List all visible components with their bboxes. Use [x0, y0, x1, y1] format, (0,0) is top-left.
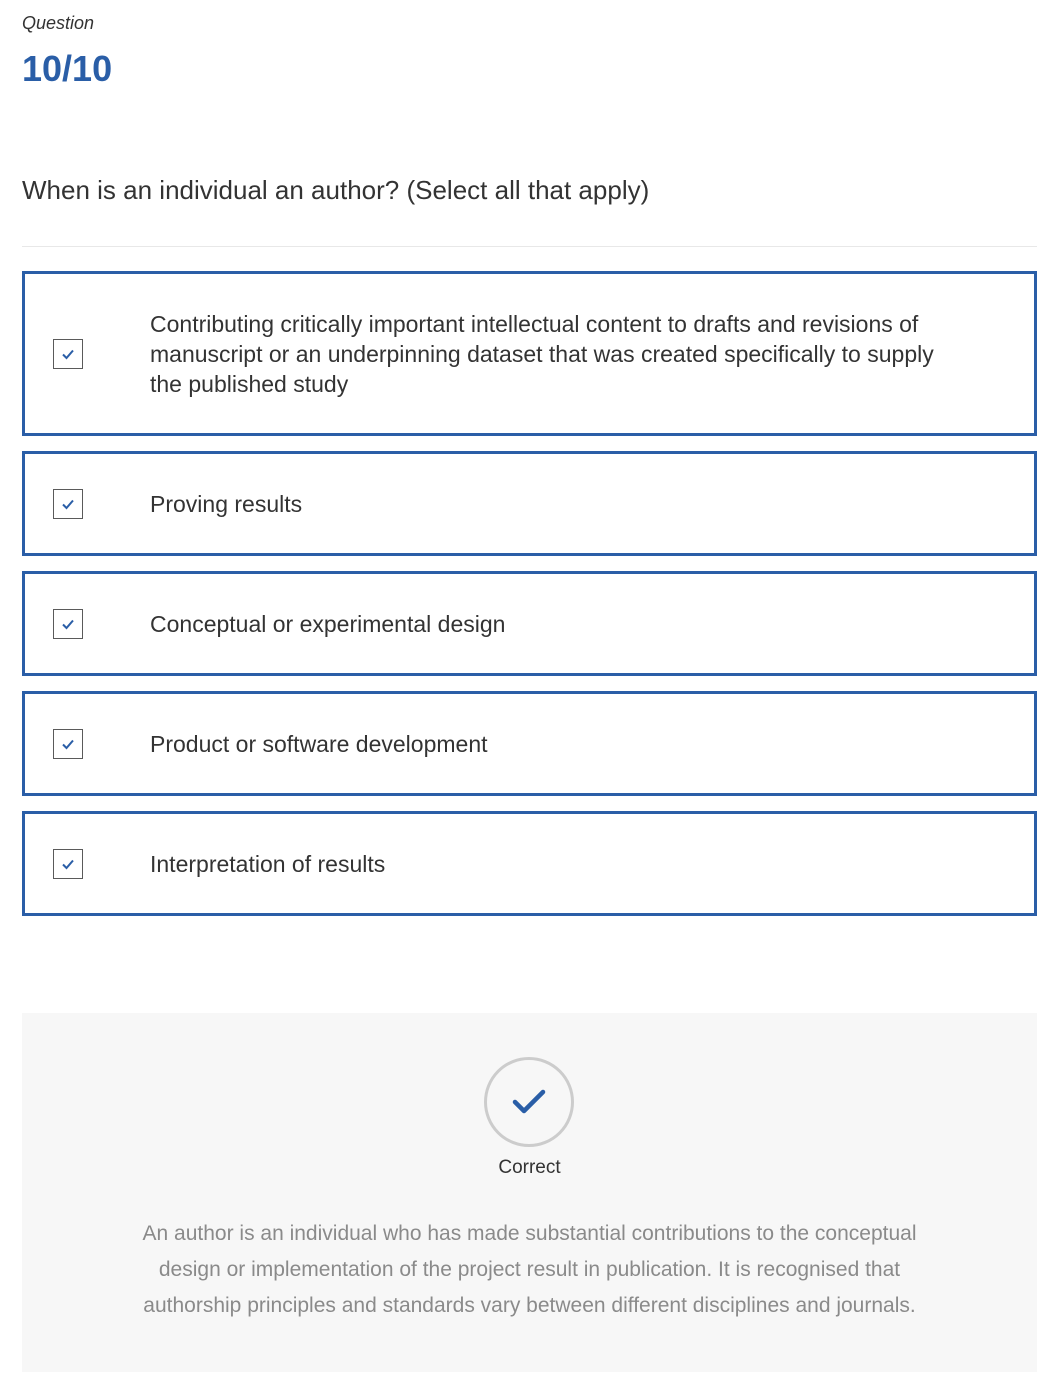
question-text: When is an individual an author? (Select…: [22, 175, 650, 205]
option-text-4: Product or software development: [150, 730, 488, 757]
feedback-panel: Correct An author is an individual who h…: [22, 1013, 1037, 1372]
checkmark-icon: [62, 619, 74, 629]
option-5[interactable]: Interpretation of results: [22, 811, 1037, 916]
checkmark-icon: [62, 349, 74, 359]
checkbox-3[interactable]: [53, 608, 83, 639]
feedback-icon-circle: [484, 1057, 574, 1147]
feedback-status: Correct: [498, 1157, 561, 1178]
checkbox-5[interactable]: [53, 848, 83, 879]
checkmark-icon: [62, 739, 74, 749]
option-4[interactable]: Product or software development: [22, 691, 1037, 796]
checkmark-icon: [62, 859, 74, 869]
checkbox-2[interactable]: [53, 488, 83, 519]
option-text-5: Interpretation of results: [150, 850, 386, 877]
checkmark-icon: [512, 1089, 546, 1114]
option-text-3: Conceptual or experimental design: [150, 610, 506, 637]
option-text-2: Proving results: [150, 490, 303, 517]
checkbox-1[interactable]: [53, 338, 83, 369]
checkmark-icon: [62, 499, 74, 509]
question-counter: 10/10: [22, 48, 113, 89]
option-3[interactable]: Conceptual or experimental design: [22, 571, 1037, 676]
question-label: Question: [22, 13, 95, 33]
feedback-text: An author is an individual who has made …: [142, 1222, 917, 1317]
checkbox-4[interactable]: [53, 728, 83, 759]
option-1[interactable]: Contributing critically important intell…: [22, 271, 1037, 436]
option-text-1: Contributing critically important intell…: [150, 310, 934, 397]
divider: [22, 246, 1037, 247]
option-2[interactable]: Proving results: [22, 451, 1037, 556]
